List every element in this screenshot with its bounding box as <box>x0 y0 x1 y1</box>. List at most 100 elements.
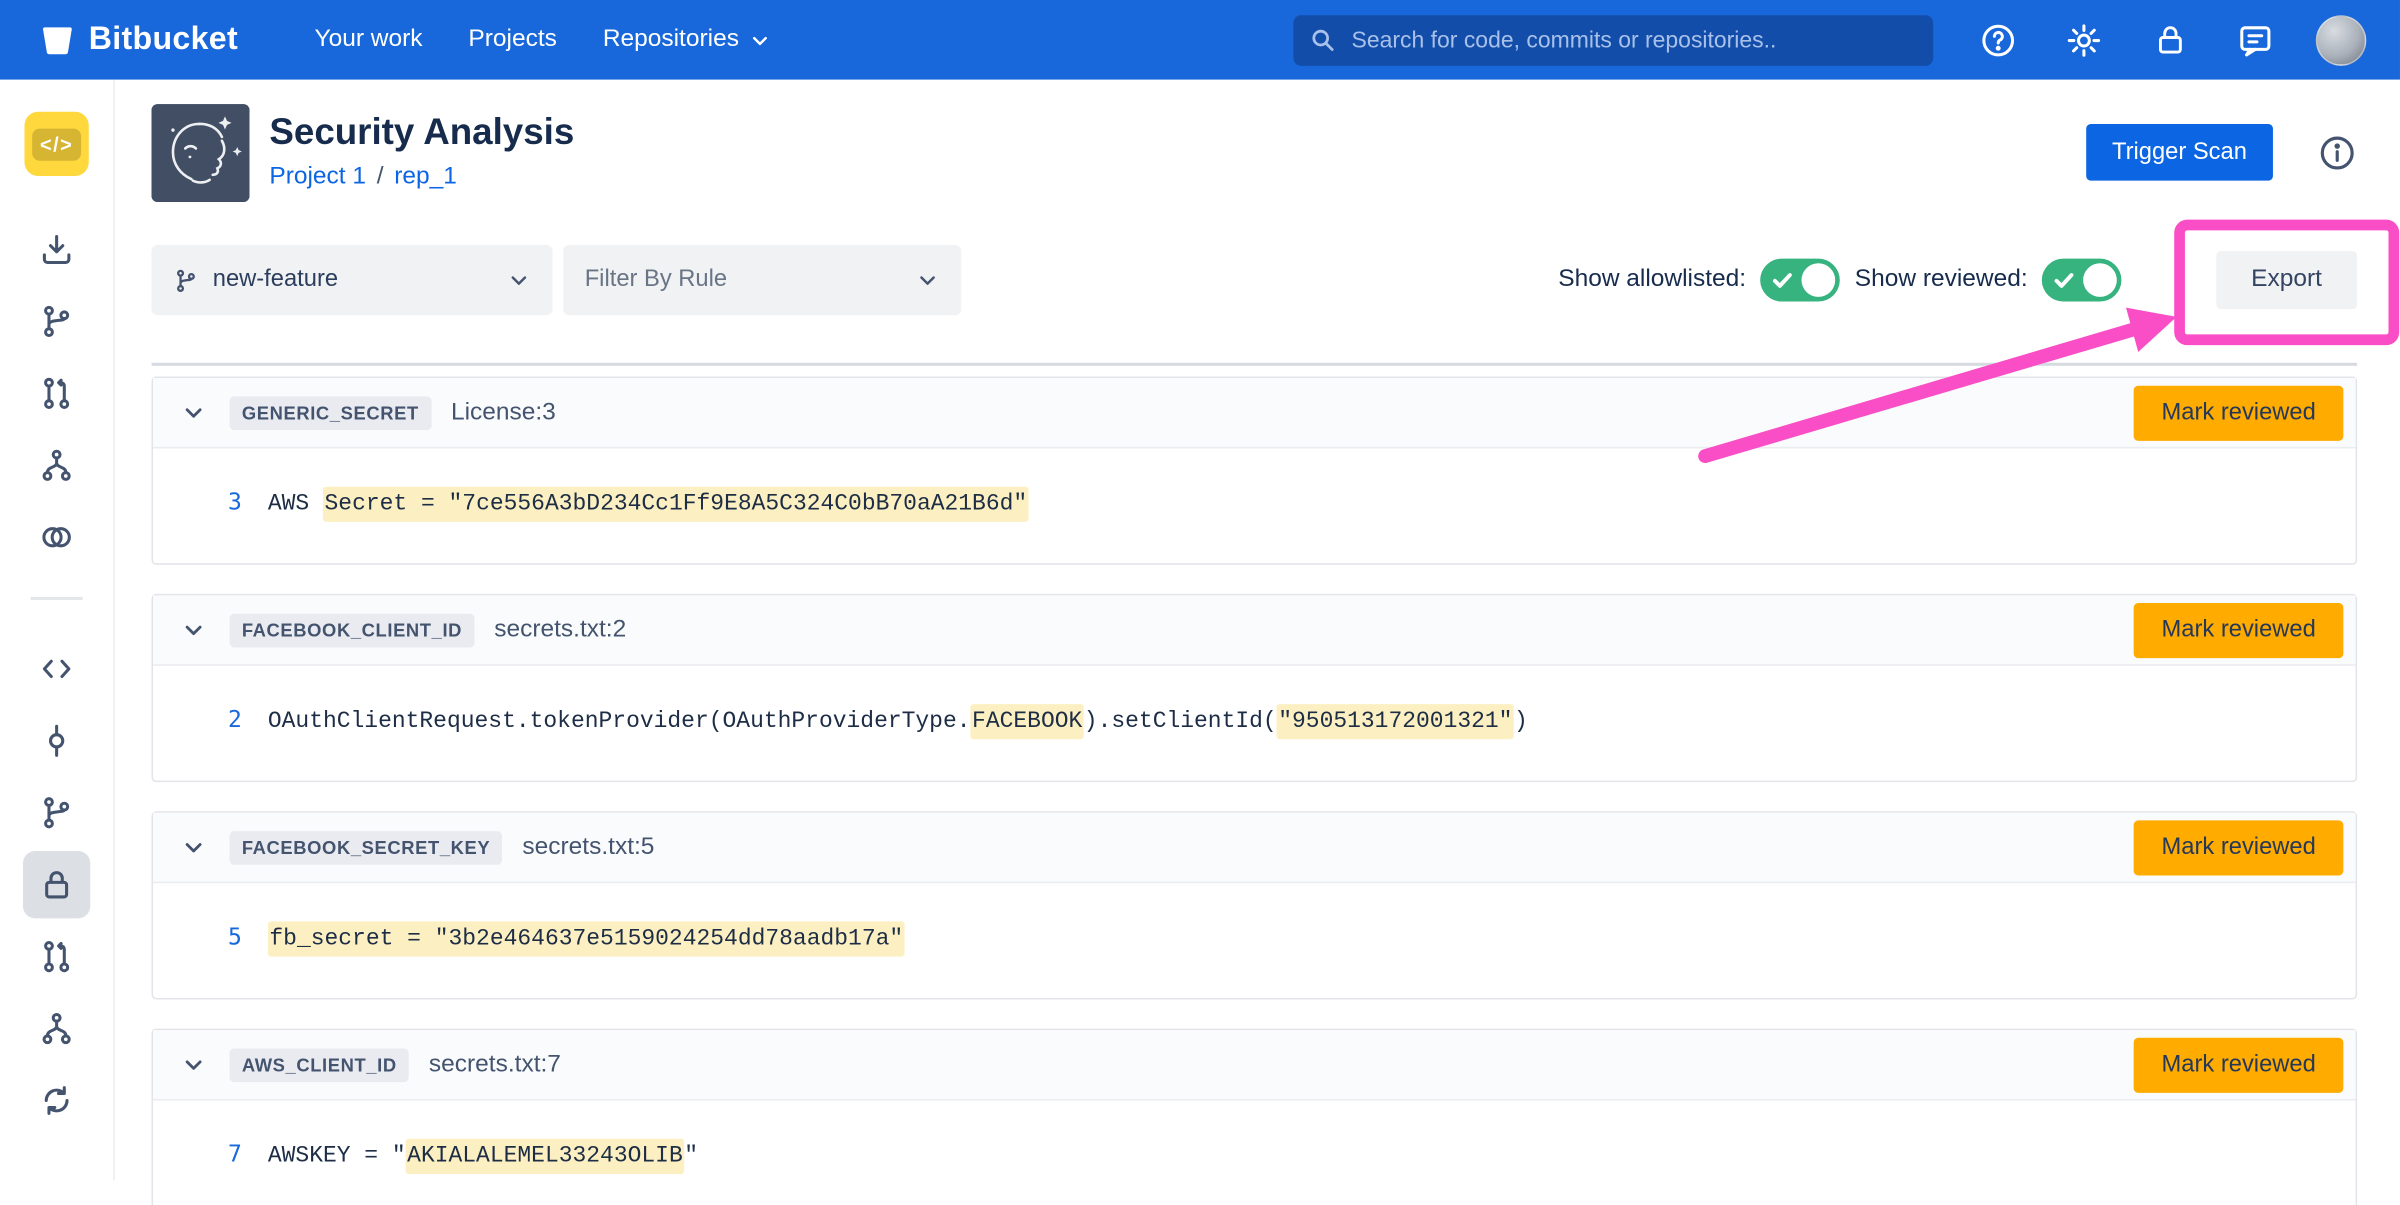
list-divider <box>152 363 2358 366</box>
settings-gear-icon[interactable] <box>2065 21 2103 59</box>
commit-icon <box>38 722 75 759</box>
mark-reviewed-button[interactable]: Mark reviewed <box>2134 385 2343 440</box>
sidebar-item-branches-2[interactable] <box>23 779 90 846</box>
chevron-down-icon <box>748 28 771 51</box>
branch-filter-select[interactable]: new-feature <box>152 245 553 315</box>
finding-body: 2 OAuthClientRequest.tokenProvider(OAuth… <box>153 666 2356 781</box>
code-line: 5 fb_secret = "3b2e464637e5159024254dd78… <box>153 920 2356 957</box>
finding-body: 3 AWS Secret = "7ce556A3bD234Cc1Ff9E8A5C… <box>153 448 2356 563</box>
finding-header: GENERIC_SECRET License:3 Mark reviewed <box>153 378 2356 448</box>
sidebar-item-commits[interactable] <box>23 707 90 774</box>
fork-icon <box>38 1010 75 1047</box>
sidebar-item-clone[interactable] <box>23 216 90 283</box>
feedback-icon[interactable] <box>2236 21 2274 59</box>
sidebar-item-source[interactable] <box>23 635 90 702</box>
branch-icon <box>38 794 75 831</box>
breadcrumb-repo-link[interactable]: rep_1 <box>394 164 457 190</box>
sidebar-item-pull-requests-2[interactable] <box>23 923 90 990</box>
finding-body: 7 AWSKEY = "AKIALALEMEL33243OLIB" <box>153 1101 2356 1205</box>
expand-chevron-icon[interactable] <box>181 399 207 425</box>
allowlisted-toggle[interactable] <box>1760 259 1840 302</box>
help-icon[interactable] <box>1979 21 2017 59</box>
finding-location: License:3 <box>451 399 556 427</box>
filter-row: new-feature Filter By Rule Show allowlis… <box>152 245 2358 315</box>
finding-card: FACEBOOK_SECRET_KEY secrets.txt:5 Mark r… <box>152 811 2358 999</box>
mark-reviewed-button[interactable]: Mark reviewed <box>2134 1037 2343 1092</box>
header-actions: Trigger Scan <box>2086 104 2357 181</box>
code-line: 3 AWS Secret = "7ce556A3bD234Cc1Ff9E8A5C… <box>153 485 2356 522</box>
line-number: 5 <box>153 920 242 954</box>
finding-location: secrets.txt:5 <box>522 833 654 861</box>
finding-location: secrets.txt:2 <box>494 616 626 644</box>
branch-selected-value: new-feature <box>213 266 507 294</box>
finding-body: 5 fb_secret = "3b2e464637e5159024254dd78… <box>153 883 2356 998</box>
project-avatar <box>152 104 250 202</box>
breadcrumb-project-link[interactable]: Project 1 <box>269 164 366 190</box>
mark-reviewed-button[interactable]: Mark reviewed <box>2134 602 2343 657</box>
code-text: AWSKEY = "AKIALALEMEL33243OLIB" <box>268 1140 698 1174</box>
app-body: </> <box>0 80 2400 1181</box>
top-navbar: Bitbucket Your work Projects Repositorie… <box>0 0 2400 80</box>
expand-chevron-icon[interactable] <box>181 617 207 643</box>
finding-header: AWS_CLIENT_ID secrets.txt:7 Mark reviewe… <box>153 1030 2356 1100</box>
rule-badge: FACEBOOK_SECRET_KEY <box>230 830 503 864</box>
breadcrumb-separator: / <box>377 164 384 190</box>
bitbucket-logo[interactable]: Bitbucket <box>40 21 238 58</box>
check-icon <box>1772 271 1792 291</box>
deployments-icon <box>38 519 75 556</box>
rule-filter-placeholder: Filter By Rule <box>585 266 916 294</box>
pull-request-icon <box>38 375 75 412</box>
project-avatar-image <box>152 104 250 202</box>
sidebar-item-forks[interactable] <box>23 995 90 1062</box>
navbar-icons <box>1979 21 2274 59</box>
expand-chevron-icon[interactable] <box>181 1052 207 1078</box>
sidebar-item-branches[interactable] <box>23 288 90 355</box>
toggle-knob <box>2083 263 2117 297</box>
page-header: Security Analysis Project 1/rep_1 Trigge… <box>152 104 2358 202</box>
sidebar-item-pull-requests[interactable] <box>23 360 90 427</box>
user-avatar[interactable] <box>2316 15 2367 66</box>
title-block: Security Analysis Project 1/rep_1 <box>269 104 574 191</box>
repo-sidebar: </> <box>0 80 115 1181</box>
line-number: 2 <box>153 703 242 737</box>
global-search[interactable] <box>1293 15 1933 66</box>
branch-icon <box>38 303 75 340</box>
sidebar-item-security[interactable] <box>23 851 90 918</box>
sidebar-item-deployments[interactable] <box>23 504 90 571</box>
nav-link-projects[interactable]: Projects <box>468 26 556 54</box>
code-icon <box>38 651 75 688</box>
toggle-knob <box>1801 263 1835 297</box>
show-allowlisted-label: Show allowlisted: <box>1558 266 1746 294</box>
reviewed-toggle[interactable] <box>2041 259 2121 302</box>
finding-header: FACEBOOK_SECRET_KEY secrets.txt:5 Mark r… <box>153 813 2356 883</box>
sidebar-item-pipelines[interactable] <box>23 432 90 499</box>
info-icon[interactable] <box>2317 132 2357 172</box>
chevron-down-icon <box>507 268 531 292</box>
expand-chevron-icon[interactable] <box>181 834 207 860</box>
rule-filter-select[interactable]: Filter By Rule <box>563 245 961 315</box>
repo-avatar[interactable]: </> <box>24 112 88 176</box>
show-reviewed-label: Show reviewed: <box>1855 266 2028 294</box>
mark-reviewed-button[interactable]: Mark reviewed <box>2134 820 2343 875</box>
nav-link-your-work[interactable]: Your work <box>315 26 423 54</box>
finding-card: AWS_CLIENT_ID secrets.txt:7 Mark reviewe… <box>152 1029 2358 1205</box>
breadcrumb: Project 1 / rep_1 <box>269 164 574 192</box>
lock-icon <box>38 866 75 903</box>
nav-link-repositories[interactable]: Repositories <box>603 26 771 54</box>
sidebar-item-sync[interactable] <box>23 1067 90 1134</box>
download-icon <box>38 231 75 268</box>
bitbucket-logo-icon <box>40 22 75 57</box>
brand-text: Bitbucket <box>89 21 238 58</box>
chevron-down-icon <box>915 268 939 292</box>
export-button[interactable]: Export <box>2216 251 2357 309</box>
search-input[interactable] <box>1348 25 1917 54</box>
lock-icon[interactable] <box>2150 21 2188 59</box>
finding-card: FACEBOOK_CLIENT_ID secrets.txt:2 Mark re… <box>152 594 2358 782</box>
repo-avatar-code-icon: </> <box>32 128 81 160</box>
search-icon <box>1309 26 1337 54</box>
refresh-icon <box>38 1082 75 1119</box>
code-line: 2 OAuthClientRequest.tokenProvider(OAuth… <box>153 703 2356 740</box>
finding-location: secrets.txt:7 <box>429 1051 561 1079</box>
trigger-scan-button[interactable]: Trigger Scan <box>2086 124 2273 181</box>
sidebar-divider <box>31 597 83 600</box>
